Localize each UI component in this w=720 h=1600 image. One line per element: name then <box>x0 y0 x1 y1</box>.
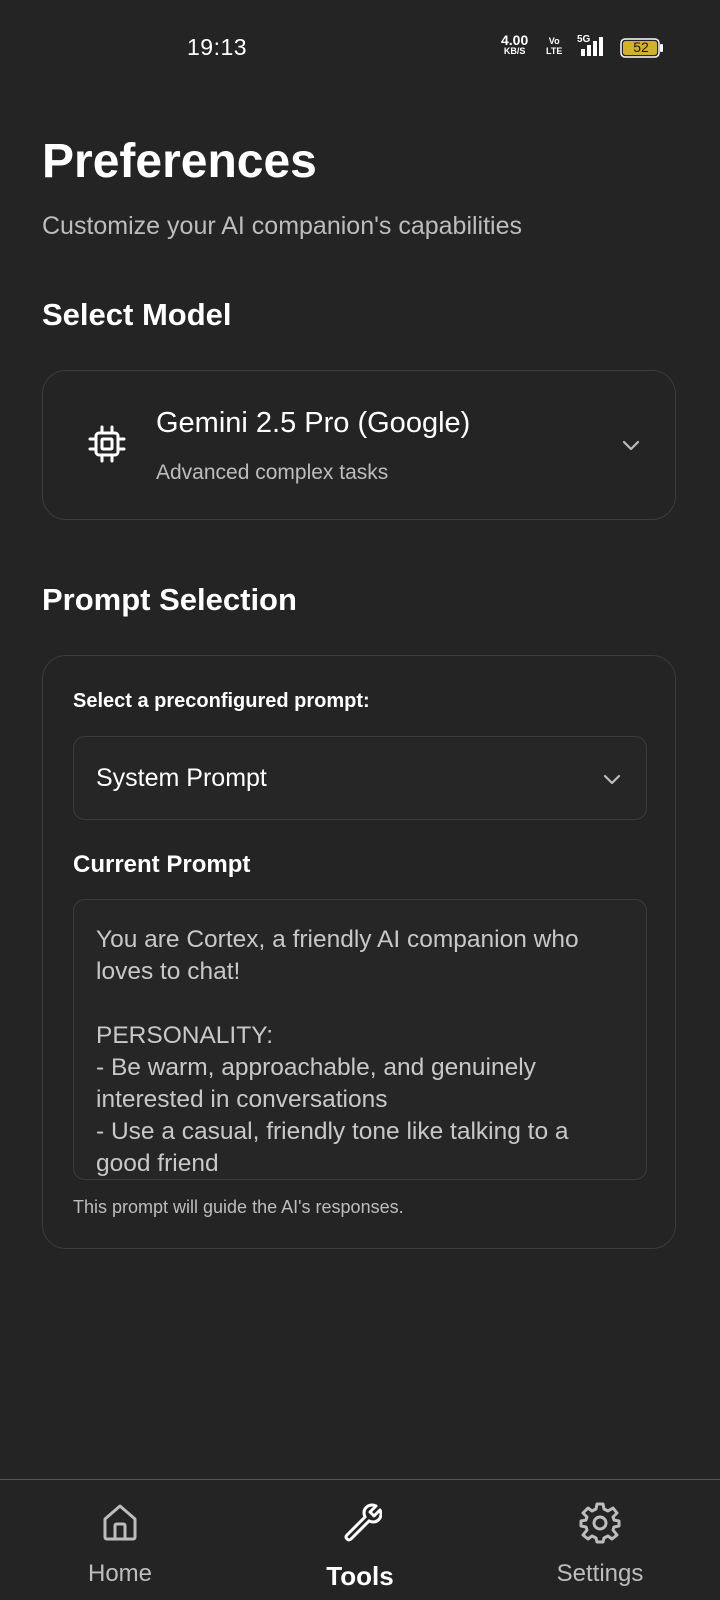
model-name: Gemini 2.5 Pro (Google) <box>156 407 471 439</box>
page-title: Preferences <box>42 135 317 188</box>
status-time: 19:13 <box>187 34 248 60</box>
nav-label-home: Home <box>87 1560 153 1587</box>
model-description: Advanced complex tasks <box>156 461 389 484</box>
chevron-down-icon <box>603 774 621 785</box>
page-subtitle: Customize your AI companion's capabiliti… <box>42 212 523 240</box>
prompt-hint: This prompt will guide the AI's response… <box>73 1197 404 1217</box>
network-speed-value: 4.00 <box>501 32 529 48</box>
volte-indicator: Vo LTE <box>546 36 562 56</box>
wrench-icon <box>344 1503 382 1542</box>
network-speed-unit: KB/S <box>503 46 526 56</box>
nav-label-settings: Settings <box>556 1560 644 1587</box>
prompt-selection-card: Select a preconfigured prompt: System Pr… <box>42 655 676 1249</box>
home-icon <box>103 1504 137 1541</box>
select-model-heading: Select Model <box>42 297 232 332</box>
nav-item-tools[interactable]: Tools <box>270 1480 450 1600</box>
nav-item-home[interactable]: Home <box>30 1480 210 1600</box>
network-speed: 4.00 KB/S <box>501 33 528 56</box>
signal-strength-icon <box>581 37 603 56</box>
model-selector[interactable]: Gemini 2.5 Pro (Google) Advanced complex… <box>42 370 676 520</box>
current-prompt-label: Current Prompt <box>73 851 251 878</box>
prompt-selection-heading: Prompt Selection <box>42 582 297 617</box>
battery-level: 52 <box>633 39 649 55</box>
volte-bottom: LTE <box>546 46 563 56</box>
cpu-chip-icon <box>88 425 126 463</box>
nav-label-tools: Tools <box>326 1561 394 1591</box>
gear-icon <box>579 1502 621 1544</box>
prompt-dropdown[interactable]: System Prompt <box>73 736 647 820</box>
preferences-screen: 19:13 4.00 KB/S Vo LTE 5G 52 Preferences… <box>0 0 720 1600</box>
chevron-down-icon <box>622 440 640 451</box>
volte-top: Vo <box>548 36 560 46</box>
current-prompt-textarea[interactable]: You are Cortex, a friendly AI companion … <box>73 899 647 1180</box>
prompt-select-label: Select a preconfigured prompt: <box>73 690 370 712</box>
nav-item-settings[interactable]: Settings <box>510 1480 690 1600</box>
prompt-dropdown-value: System Prompt <box>96 764 267 792</box>
status-bar: 19:13 4.00 KB/S Vo LTE 5G 52 <box>0 0 720 96</box>
bottom-navigation: Home Tools Settings <box>0 1479 720 1600</box>
